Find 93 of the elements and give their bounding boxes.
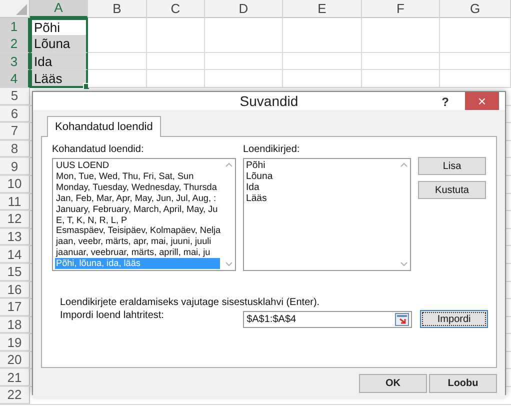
cell[interactable] — [147, 52, 205, 70]
scroll-up-icon[interactable] — [224, 162, 232, 167]
select-all-corner[interactable] — [0, 0, 30, 18]
row-header[interactable]: 7 — [0, 123, 30, 140]
row-header[interactable]: 13 — [0, 228, 30, 246]
cell[interactable]: Lõuna — [30, 35, 88, 53]
cell[interactable] — [147, 35, 205, 53]
row-header[interactable]: 18 — [0, 316, 30, 334]
column-header[interactable]: E — [283, 0, 362, 18]
row-header[interactable]: 19 — [0, 334, 30, 351]
list-item[interactable]: E, T, K, N, R, L, P — [55, 214, 220, 226]
import-label: Impordi loend lahtritest: — [60, 310, 165, 321]
cell[interactable] — [88, 35, 147, 53]
list-item[interactable]: Jan, Feb, Mar, Apr, May, Jun, Jul, Aug, : — [55, 192, 220, 204]
delete-button[interactable]: Kustuta — [418, 181, 486, 199]
import-button[interactable]: Impordi — [420, 310, 488, 328]
range-field[interactable]: $A$1:$A$4 — [242, 310, 412, 328]
cell[interactable] — [440, 35, 511, 53]
scroll-up-icon[interactable] — [400, 162, 408, 167]
list-entry: Põhi — [246, 160, 266, 171]
column-header[interactable]: G — [440, 0, 511, 18]
cell[interactable] — [440, 18, 511, 36]
cell[interactable] — [88, 52, 147, 70]
row-header[interactable]: 1 — [0, 18, 30, 36]
scroll-down-icon[interactable] — [400, 262, 408, 267]
row-header[interactable]: 2 — [0, 35, 30, 53]
column-header[interactable]: D — [205, 0, 283, 18]
dialog-title: Suvandid — [240, 93, 298, 109]
column-header[interactable]: A — [30, 0, 88, 18]
list-item[interactable]: jaanuar, veebruar, märts, aprill, mai, ju — [55, 247, 220, 258]
list-item[interactable]: Esmaspäev, Teisipäev, Kolmapäev, Nelja — [55, 225, 220, 236]
cell[interactable]: Põhi — [30, 18, 88, 36]
cell[interactable] — [147, 18, 205, 36]
cell[interactable]: Lääs — [30, 70, 88, 88]
row-header[interactable]: 11 — [0, 194, 30, 210]
row-header[interactable]: 16 — [0, 282, 30, 298]
cell[interactable] — [205, 35, 283, 53]
list-entry: Ida — [246, 182, 260, 193]
list-label: Kohandatud loendid: — [52, 144, 145, 155]
hint-text: Loendikirjete eraldamiseks vajutage sisestusklahvi (Enter). — [60, 297, 321, 308]
tab[interactable]: Kohandatud loendid — [47, 116, 161, 137]
cell[interactable] — [283, 70, 362, 88]
ok-button[interactable]: OK — [359, 374, 427, 393]
row-header[interactable]: 22 — [0, 387, 30, 404]
row-header[interactable]: 21 — [0, 369, 30, 386]
column-header[interactable]: F — [362, 0, 440, 18]
cancel-button[interactable]: Loobu — [429, 374, 497, 393]
cell[interactable] — [440, 70, 511, 88]
cell[interactable] — [88, 18, 147, 36]
row-header[interactable]: 15 — [0, 264, 30, 280]
column-header[interactable]: C — [147, 0, 205, 18]
cell[interactable] — [362, 70, 440, 88]
cell[interactable] — [205, 18, 283, 36]
cell[interactable] — [362, 52, 440, 70]
list-item[interactable]: UUS LOEND — [55, 160, 220, 171]
row-header[interactable]: 17 — [0, 299, 30, 316]
list-entry: Lõuna — [246, 171, 274, 182]
row-header[interactable]: 8 — [0, 140, 30, 158]
cell[interactable] — [440, 52, 511, 70]
cell[interactable] — [205, 70, 283, 88]
corner-triangle-icon — [16, 4, 27, 15]
list-item[interactable]: January, February, March, April, May, Ju — [55, 204, 220, 215]
row-header[interactable]: 4 — [0, 70, 30, 88]
row-header[interactable]: 3 — [0, 52, 30, 70]
scroll-down-icon[interactable] — [224, 262, 232, 267]
row-header[interactable]: 5 — [0, 88, 30, 105]
row-header[interactable]: 6 — [0, 106, 30, 122]
cell[interactable]: Ida — [30, 52, 88, 70]
help-button[interactable]: ? — [440, 95, 451, 109]
list-entry: Lääs — [246, 193, 268, 204]
cell[interactable] — [362, 35, 440, 53]
row-header[interactable]: 12 — [0, 211, 30, 228]
cell[interactable] — [147, 70, 205, 88]
cell[interactable] — [205, 52, 283, 70]
cell[interactable] — [283, 52, 362, 70]
cell[interactable] — [362, 18, 440, 36]
row-header[interactable]: 10 — [0, 176, 30, 193]
column-header[interactable]: B — [88, 0, 147, 18]
list-item[interactable]: jaan, veebr, märts, apr, mai, juuni, juuli — [55, 236, 220, 248]
cell[interactable] — [88, 70, 147, 88]
list-label: Loendikirjed: — [243, 144, 301, 155]
add-button[interactable]: Lisa — [418, 157, 486, 175]
row-header[interactable]: 14 — [0, 246, 30, 263]
row-header[interactable]: 9 — [0, 158, 30, 175]
range-picker-icon[interactable] — [395, 312, 410, 326]
custom-lists-listbox[interactable] — [52, 158, 236, 271]
row-header[interactable]: 20 — [0, 352, 30, 368]
cell[interactable] — [283, 35, 362, 53]
list-item[interactable]: Mon, Tue, Wed, Thu, Fri, Sat, Sun — [55, 170, 220, 182]
cell[interactable] — [283, 18, 362, 36]
list-entries-box[interactable]: Põhi Lõuna Ida Lääs — [243, 158, 411, 271]
close-button[interactable]: × — [465, 92, 499, 110]
list-item[interactable]: Monday, Tuesday, Wednesday, Thursda — [55, 182, 220, 193]
